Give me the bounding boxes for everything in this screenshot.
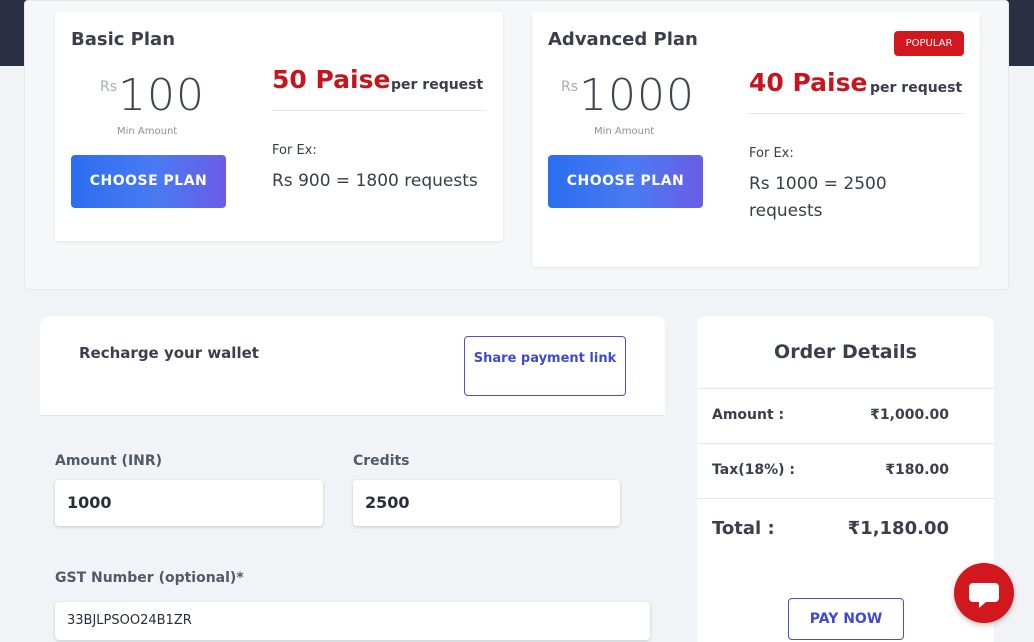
divider bbox=[272, 110, 486, 111]
recharge-wallet-form: Amount (INR) 1000 Credits 2500 GST Numbe… bbox=[40, 417, 665, 642]
order-details-title: Order Details bbox=[774, 341, 917, 363]
order-total-value: ₹1,180.00 bbox=[847, 518, 949, 539]
order-row-label: Tax(18%) : bbox=[712, 462, 796, 478]
plan-rate-unit: per request bbox=[870, 80, 963, 96]
choose-plan-button[interactable]: CHOOSE PLAN bbox=[71, 155, 226, 208]
gst-number-label: GST Number (optional)* bbox=[55, 570, 244, 586]
order-row-value: ₹180.00 bbox=[885, 462, 949, 478]
example-label: For Ex: bbox=[749, 146, 794, 161]
amount-label: Amount (INR) bbox=[55, 453, 163, 469]
order-total-label: Total : bbox=[712, 518, 775, 539]
order-row-value: ₹1,000.00 bbox=[870, 407, 949, 423]
choose-plan-button[interactable]: CHOOSE PLAN bbox=[548, 155, 703, 208]
chat-widget-button[interactable] bbox=[954, 563, 1014, 623]
currency-label: Rs bbox=[100, 79, 118, 95]
credits-input[interactable]: 2500 bbox=[353, 480, 620, 526]
order-row-total: Total : ₹1,180.00 bbox=[697, 498, 994, 558]
order-row-label: Amount : bbox=[712, 407, 785, 423]
order-row-amount: Amount : ₹1,000.00 bbox=[697, 388, 994, 443]
amount-input[interactable]: 1000 bbox=[55, 480, 323, 526]
order-details-panel: Order Details Amount : ₹1,000.00 Tax(18%… bbox=[697, 316, 994, 642]
plan-rate-unit: per request bbox=[391, 77, 484, 93]
plan-rate: 50 Paise bbox=[272, 65, 391, 94]
min-amount-value: 100 bbox=[118, 70, 205, 121]
plan-card-advanced: Advanced Plan POPULAR Rs 1000 Min Amount… bbox=[532, 12, 980, 267]
share-payment-link-button[interactable]: Share payment link bbox=[464, 336, 626, 396]
order-row-tax: Tax(18%) : ₹180.00 bbox=[697, 443, 994, 498]
currency-label: Rs bbox=[561, 79, 579, 95]
example-text: Rs 900 = 1800 requests bbox=[272, 171, 478, 191]
min-amount-label: Min Amount bbox=[594, 126, 655, 137]
plan-title: Basic Plan bbox=[71, 29, 176, 50]
credits-label: Credits bbox=[353, 453, 410, 469]
plan-rate: 40 Paise bbox=[749, 68, 868, 97]
min-amount-label: Min Amount bbox=[117, 126, 178, 137]
example-text: Rs 1000 = 2500 requests bbox=[749, 174, 887, 221]
chat-bubble-icon bbox=[969, 583, 999, 608]
divider bbox=[749, 113, 963, 114]
recharge-wallet-header: Recharge your wallet Share payment link bbox=[40, 316, 665, 416]
gst-number-input[interactable]: 33BJLPSOO24B1ZR bbox=[55, 602, 650, 640]
popular-badge: POPULAR bbox=[894, 31, 964, 56]
plans-section: Basic Plan Rs 100 Min Amount CHOOSE PLAN… bbox=[24, 0, 1009, 290]
plan-title: Advanced Plan bbox=[548, 29, 698, 50]
plan-card-basic: Basic Plan Rs 100 Min Amount CHOOSE PLAN… bbox=[55, 12, 503, 241]
recharge-wallet-title: Recharge your wallet bbox=[79, 344, 259, 362]
pay-now-button[interactable]: PAY NOW bbox=[788, 598, 904, 640]
example-label: For Ex: bbox=[272, 143, 317, 158]
min-amount-value: 1000 bbox=[579, 70, 695, 121]
